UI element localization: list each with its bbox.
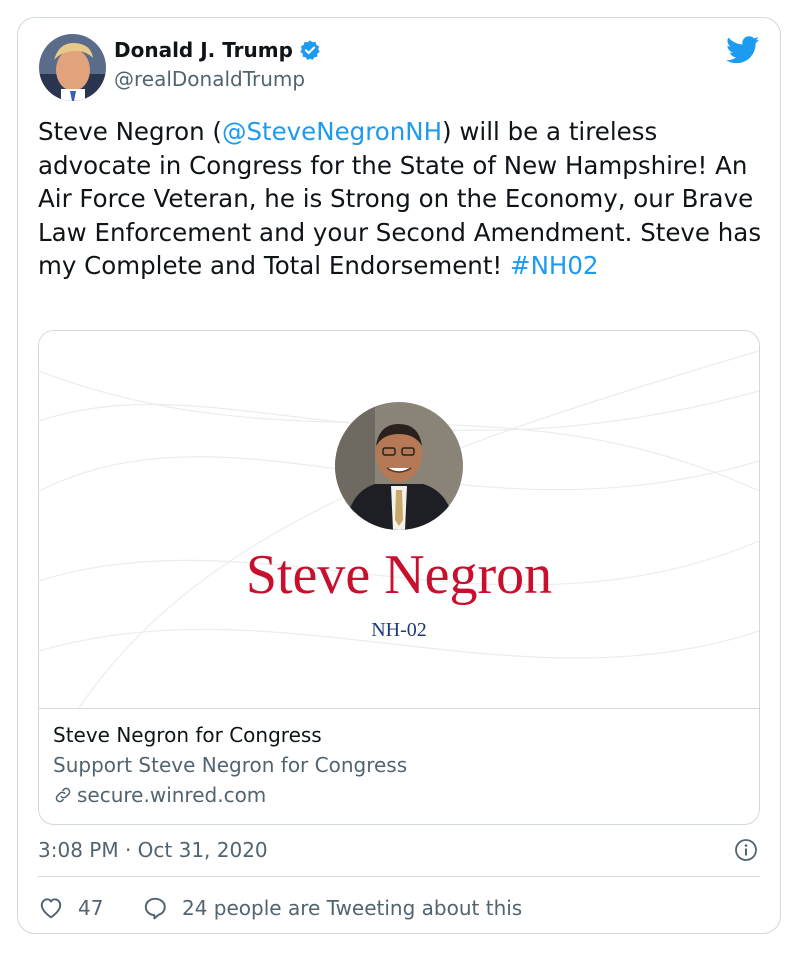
tweet-text-start: Steve Negron (	[38, 117, 222, 146]
conversation-link[interactable]: 24 people are Tweeting about this	[142, 895, 522, 921]
candidate-photo	[335, 402, 463, 530]
like-count: 47	[78, 896, 104, 920]
preview-image-subtitle: NH-02	[371, 619, 427, 641]
author-handle[interactable]: @realDonaldTrump	[114, 67, 305, 91]
preview-divider	[39, 708, 759, 709]
heart-icon	[40, 898, 62, 919]
like-button[interactable]: 47	[38, 895, 103, 921]
tweet-card: Donald J. Trump @realDonaldTrump Steve N…	[17, 17, 781, 934]
tweet-timestamp[interactable]: 3:08 PM · Oct 31, 2020	[38, 838, 268, 862]
author-name[interactable]: Donald J. Trump	[114, 38, 293, 62]
conversation-text: 24 people are Tweeting about this	[182, 896, 523, 920]
tweet-text: Steve Negron (@SteveNegronNH) will be a …	[38, 115, 768, 283]
speech-bubble-icon	[144, 897, 166, 920]
verified-badge-icon	[300, 40, 320, 60]
hashtag-link[interactable]: #NH02	[510, 251, 598, 280]
preview-domain-row[interactable]: secure.winred.com	[53, 783, 266, 807]
mention-link[interactable]: @SteveNegronNH	[222, 117, 442, 146]
preview-image[interactable]: Steve Negron NH-02	[39, 331, 759, 708]
author-avatar[interactable]	[39, 34, 106, 101]
preview-title[interactable]: Steve Negron for Congress	[53, 723, 322, 747]
preview-description[interactable]: Support Steve Negron for Congress	[53, 753, 407, 777]
twitter-bird-icon[interactable]	[726, 36, 760, 64]
preview-domain: secure.winred.com	[77, 783, 267, 807]
info-icon[interactable]	[734, 838, 758, 862]
link-preview-card[interactable]: Steve Negron NH-02 Steve Negron for Cong…	[38, 330, 760, 825]
actions-divider	[38, 876, 760, 877]
link-icon	[55, 787, 71, 803]
preview-image-name: Steve Negron	[245, 544, 553, 606]
author-name-row[interactable]: Donald J. Trump	[114, 38, 321, 62]
